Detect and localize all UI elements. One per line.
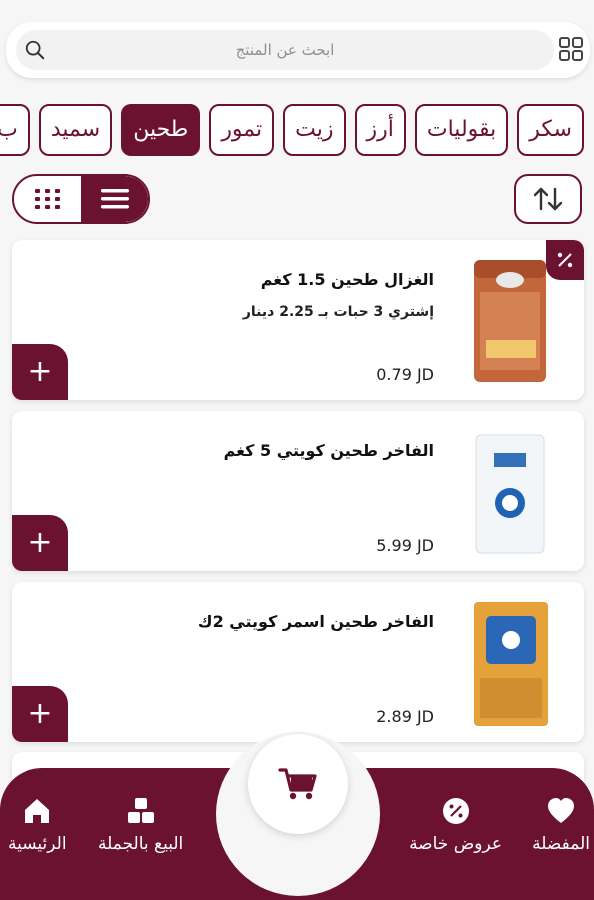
- product-promo: إشتري 3 حبات بـ 2.25 دينار: [242, 304, 434, 320]
- boxes-icon: [127, 798, 154, 823]
- nav-home-label: الرئيسية: [8, 834, 67, 854]
- category-chip[interactable]: سكر: [517, 104, 584, 156]
- view-toggle: [12, 174, 150, 224]
- product-image: [474, 260, 546, 382]
- search-input[interactable]: [16, 30, 554, 70]
- product-price: 2.89 JD: [376, 707, 434, 726]
- nav-offers-label: عروض خاصة: [409, 834, 502, 854]
- nav-wholesale[interactable]: البيع بالجملة: [98, 796, 183, 854]
- grid-icon[interactable]: [558, 36, 584, 62]
- product-price: 0.79 JD: [376, 365, 434, 384]
- product-card[interactable]: الفاخر طحين اسمر كويتي 2ك 2.89 JD +: [12, 582, 584, 742]
- nav-home[interactable]: الرئيسية: [8, 796, 67, 854]
- home-icon: [25, 799, 50, 823]
- category-chip[interactable]: بقوليات: [414, 104, 509, 156]
- product-price: 5.99 JD: [376, 536, 434, 555]
- search-icon[interactable]: [24, 39, 46, 61]
- category-chip[interactable]: تمور: [209, 104, 275, 156]
- list-view-button[interactable]: [81, 176, 148, 222]
- product-name: الفاخر طحين اسمر كويتي 2ك: [197, 612, 434, 631]
- sort-button[interactable]: [514, 174, 582, 224]
- category-chip[interactable]: أرز: [354, 104, 406, 156]
- add-to-cart-button[interactable]: +: [12, 686, 68, 742]
- product-image: [475, 434, 545, 554]
- category-chip[interactable]: ب: [0, 104, 30, 156]
- search-bar: [6, 22, 590, 78]
- product-card[interactable]: الفاخر طحين كويتي 5 كغم 5.99 JD +: [12, 411, 584, 571]
- cart-button[interactable]: [248, 734, 348, 834]
- category-chip[interactable]: زيت: [283, 104, 346, 156]
- sort-icon: [533, 187, 563, 211]
- list-icon: [100, 189, 129, 209]
- category-chips: سكر بقوليات أرز زيت تمور طحين سميد ب: [0, 104, 594, 158]
- search-field[interactable]: [16, 30, 554, 70]
- cart-icon: [278, 768, 317, 800]
- heart-icon: [548, 798, 575, 823]
- product-image: [474, 602, 548, 726]
- nav-favorites-label: المفضلة: [532, 834, 590, 854]
- grid-dots-icon: [34, 189, 60, 209]
- product-name: الفاخر طحين كويتي 5 كغم: [223, 441, 434, 460]
- nav-favorites[interactable]: المفضلة: [532, 796, 590, 854]
- add-to-cart-button[interactable]: +: [12, 515, 68, 571]
- add-to-cart-button[interactable]: +: [12, 344, 68, 400]
- nav-wholesale-label: البيع بالجملة: [98, 834, 184, 854]
- category-chip[interactable]: سميد: [38, 104, 113, 156]
- percent-badge-icon: [442, 798, 469, 824]
- product-name: الغزال طحين 1.5 كغم: [260, 270, 434, 289]
- product-card[interactable]: الغزال طحين 1.5 كغم إشتري 3 حبات بـ 2.25…: [12, 240, 584, 400]
- grid-view-button[interactable]: [14, 176, 81, 222]
- nav-offers[interactable]: عروض خاصة: [409, 796, 502, 854]
- category-chip-active[interactable]: طحين: [121, 104, 201, 156]
